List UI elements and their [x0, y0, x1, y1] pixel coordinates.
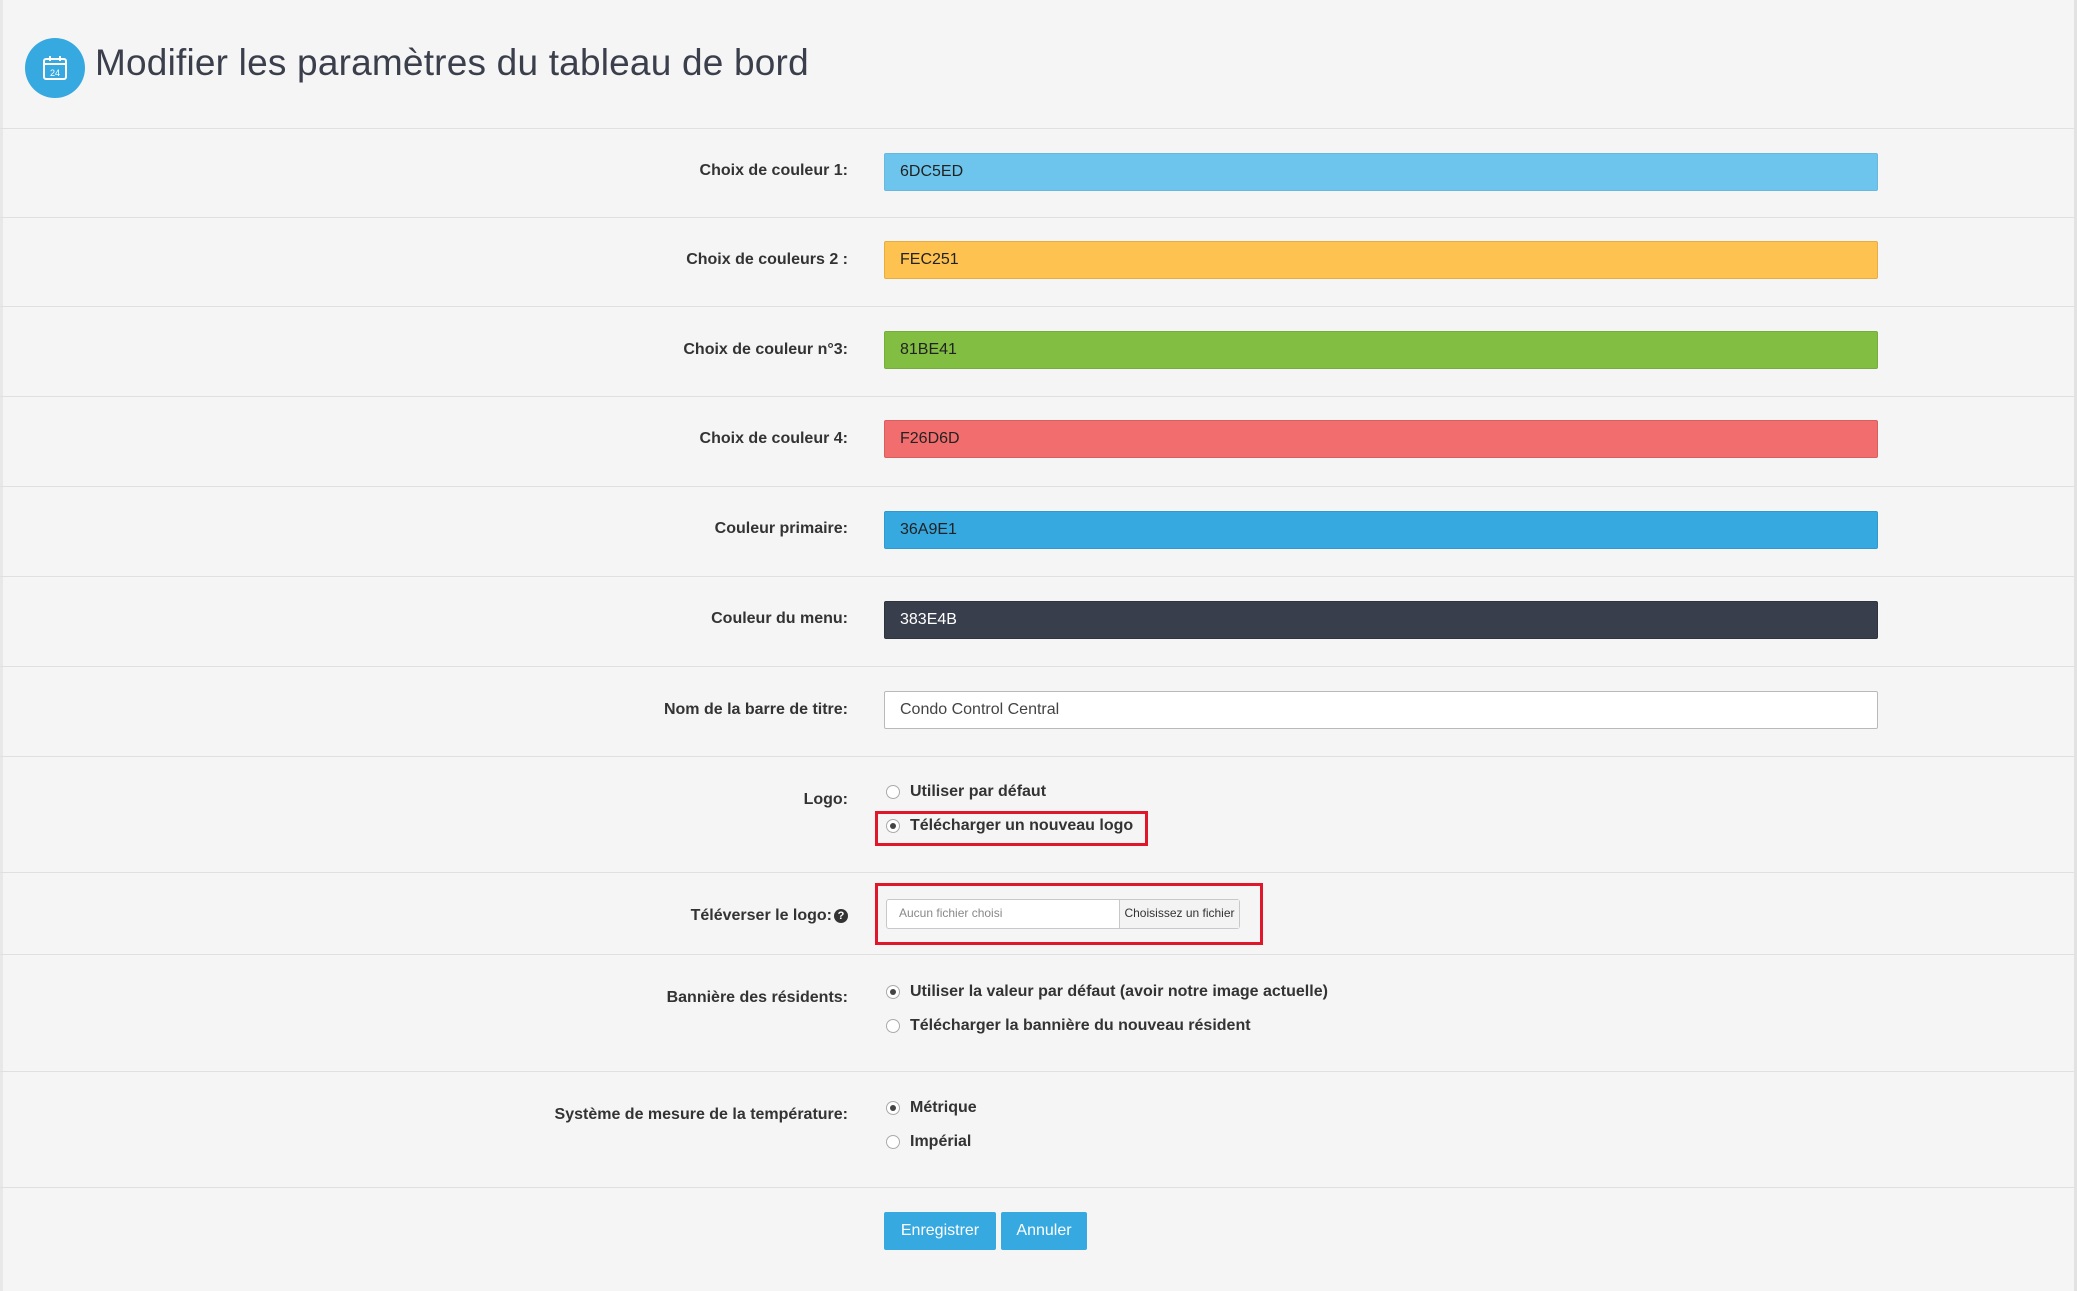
banner-default-label: Utiliser la valeur par défaut (avoir not… — [910, 983, 1328, 1000]
row-color-4: Choix de couleur 4: F26D6D — [0, 397, 2074, 487]
metric-radio[interactable] — [886, 1101, 900, 1115]
row-banner: Bannière des résidents: Utiliser la vale… — [0, 955, 2074, 1072]
banner-upload-radio[interactable] — [886, 1019, 900, 1033]
row-menu-color: Couleur du menu: 383E4B — [0, 577, 2074, 667]
color-2-label: Choix de couleurs 2 : — [686, 251, 848, 268]
row-logo: Logo: Utiliser par défaut Télécharger un… — [0, 757, 2074, 873]
temperature-label: Système de mesure de la température: — [554, 1106, 848, 1123]
banner-option-default[interactable]: Utiliser la valeur par défaut (avoir not… — [886, 975, 1328, 1009]
settings-page: 24 Modifier les paramètres du tableau de… — [0, 0, 2077, 1291]
row-primary-color: Couleur primaire: 36A9E1 — [0, 487, 2074, 577]
primary-color-input[interactable]: 36A9E1 — [884, 511, 1878, 549]
logo-upload-highlight — [875, 811, 1148, 846]
row-color-2: Choix de couleurs 2 : FEC251 — [0, 218, 2074, 307]
color-1-label: Choix de couleur 1: — [699, 162, 848, 179]
row-color-3: Choix de couleur n°3: 81BE41 — [0, 307, 2074, 397]
help-icon[interactable]: ? — [834, 908, 848, 923]
color-4-label: Choix de couleur 4: — [699, 430, 848, 447]
titlebar-name-label: Nom de la barre de titre: — [663, 701, 848, 718]
calendar-icon: 24 — [25, 38, 85, 98]
banner-upload-label: Télécharger la bannière du nouveau résid… — [910, 1017, 1251, 1034]
upload-logo-label-text: Téléverser le logo: — [690, 907, 832, 924]
imperial-radio[interactable] — [886, 1135, 900, 1149]
cancel-button[interactable]: Annuler — [1001, 1212, 1087, 1250]
menu-color-label: Couleur du menu: — [711, 610, 848, 627]
color-2-input[interactable]: FEC251 — [884, 241, 1878, 279]
logo-default-radio[interactable] — [886, 785, 900, 799]
imperial-label: Impérial — [910, 1133, 972, 1150]
logo-default-label: Utiliser par défaut — [910, 783, 1047, 800]
page-title: Modifier les paramètres du tableau de bo… — [95, 42, 809, 83]
color-1-input[interactable]: 6DC5ED — [884, 153, 1878, 191]
menu-color-input[interactable]: 383E4B — [884, 601, 1878, 639]
primary-color-label: Couleur primaire: — [714, 520, 848, 537]
temperature-option-metric[interactable]: Métrique — [886, 1091, 977, 1125]
titlebar-name-input[interactable]: Condo Control Central — [884, 691, 1878, 729]
row-color-1: Choix de couleur 1: 6DC5ED — [0, 129, 2074, 218]
file-input-highlight — [875, 883, 1263, 945]
row-titlebar-name: Nom de la barre de titre: Condo Control … — [0, 667, 2074, 757]
upload-logo-label: Téléverser le logo:? — [691, 907, 848, 925]
color-3-label: Choix de couleur n°3: — [683, 341, 848, 358]
row-temperature: Système de mesure de la température: Mét… — [0, 1072, 2074, 1188]
logo-option-default[interactable]: Utiliser par défaut — [886, 775, 1133, 809]
color-3-input[interactable]: 81BE41 — [884, 331, 1878, 369]
metric-label: Métrique — [910, 1099, 977, 1116]
page-header: 24 Modifier les paramètres du tableau de… — [0, 0, 2074, 129]
logo-label: Logo: — [803, 791, 848, 808]
save-button[interactable]: Enregistrer — [884, 1212, 996, 1250]
banner-radio-group: Utiliser la valeur par défaut (avoir not… — [886, 975, 1328, 1043]
banner-label: Bannière des résidents: — [666, 989, 848, 1006]
calendar-icon-number: 24 — [50, 68, 60, 78]
color-4-input[interactable]: F26D6D — [884, 420, 1878, 458]
banner-default-radio[interactable] — [886, 985, 900, 999]
temperature-radio-group: Métrique Impérial — [886, 1091, 977, 1159]
temperature-option-imperial[interactable]: Impérial — [886, 1125, 977, 1159]
banner-option-upload[interactable]: Télécharger la bannière du nouveau résid… — [886, 1009, 1328, 1043]
